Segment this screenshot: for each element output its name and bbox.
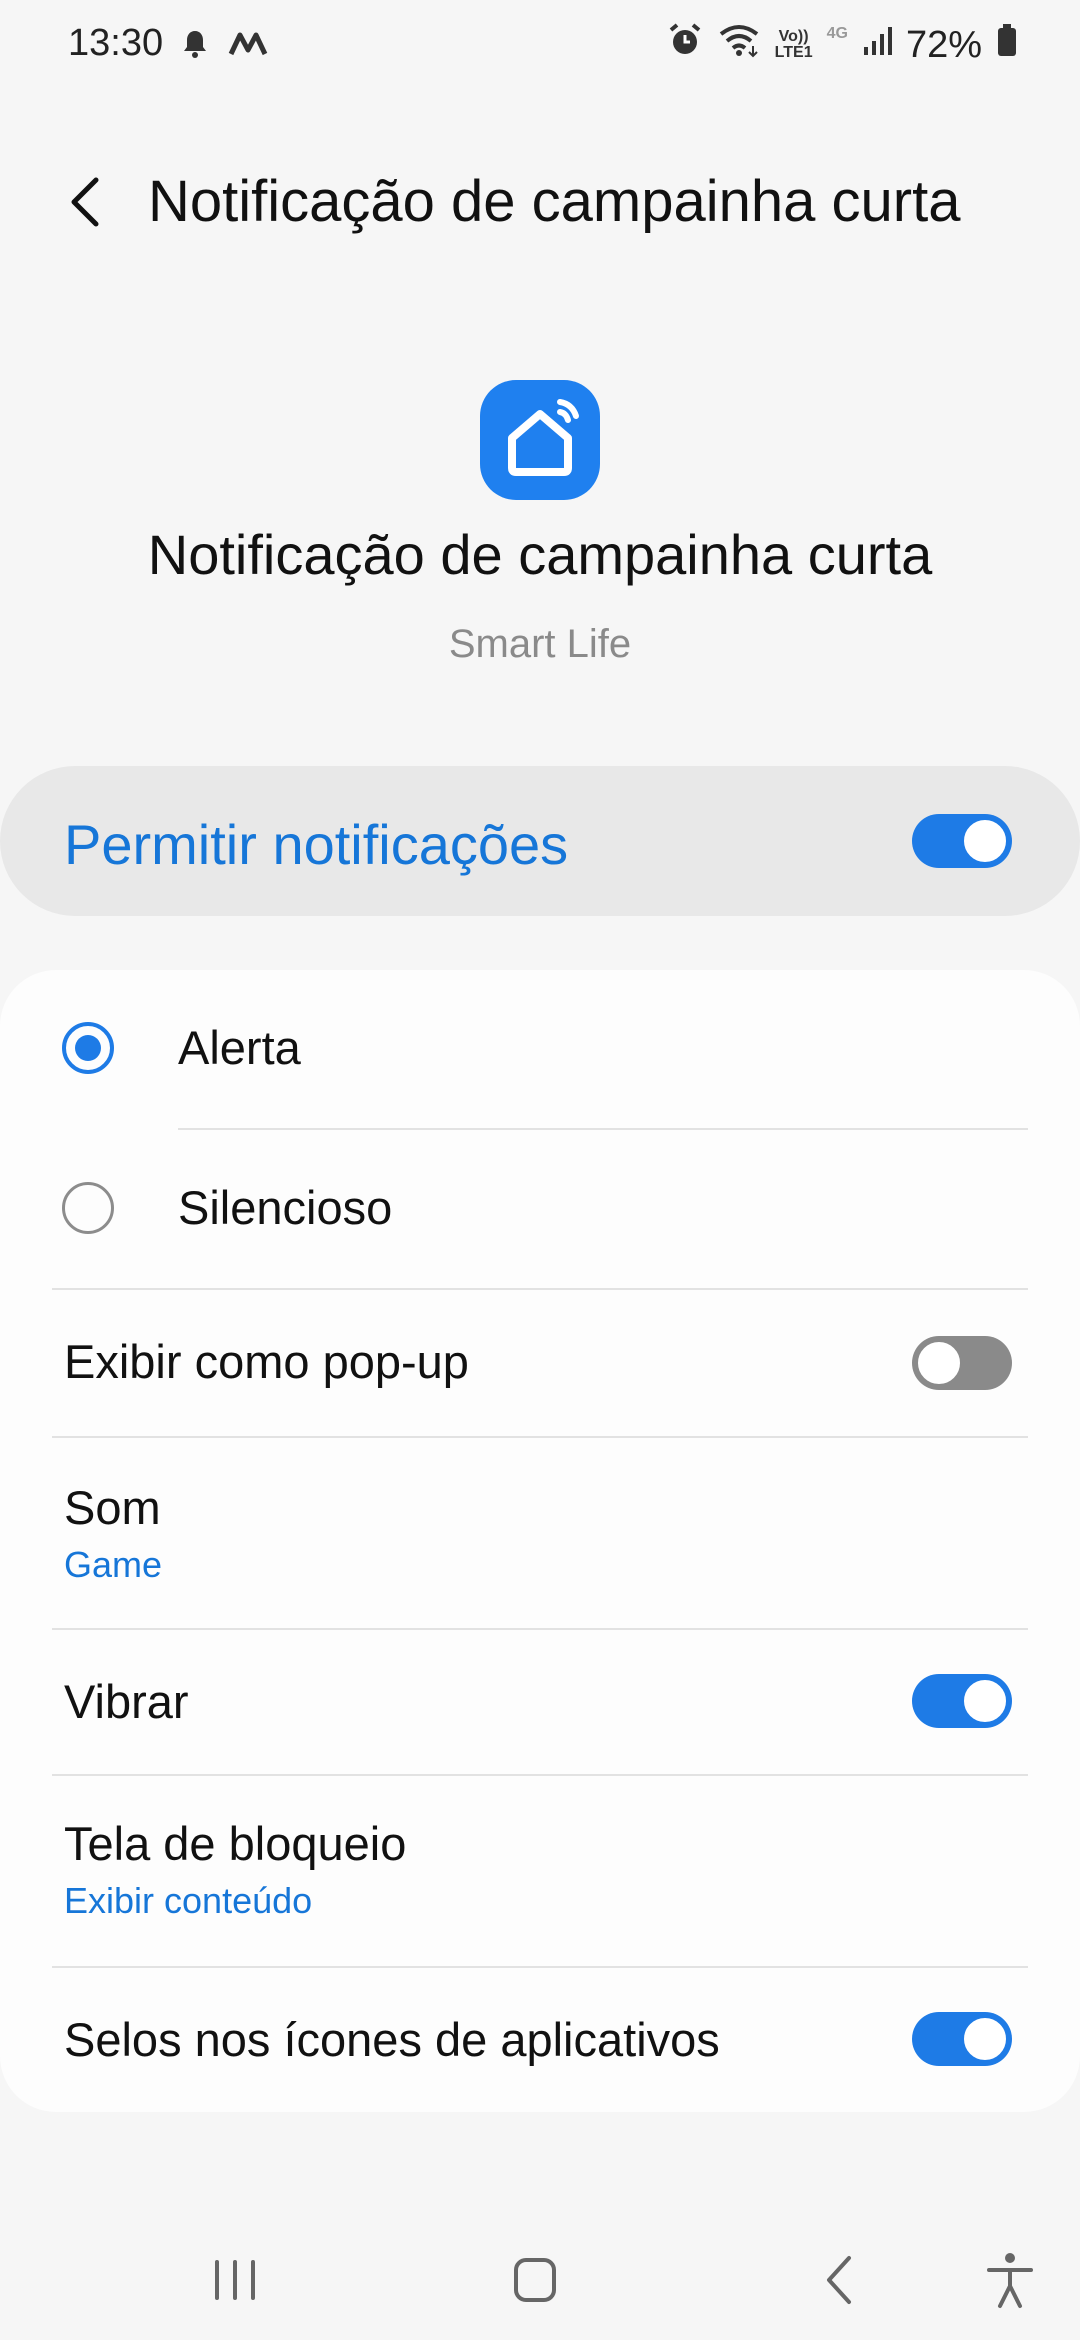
vibrate-toggle[interactable] (912, 1674, 1012, 1728)
volte-icon: Vo)) LTE1 (774, 28, 813, 61)
signal-icon (862, 24, 892, 67)
app-channel-title: Notificação de campainha curta (147, 523, 933, 586)
popup-label: Exibir como pop-up (64, 1335, 469, 1388)
alarm-icon (667, 22, 703, 68)
lockscreen-row[interactable]: Tela de bloqueio Exibir conteúdo (0, 1776, 1080, 1966)
sound-value: Game (64, 1544, 163, 1585)
vibrate-label: Vibrar (64, 1675, 189, 1728)
battery-icon (996, 23, 1018, 67)
home-icon (514, 2258, 556, 2302)
app-name: Smart Life (448, 622, 632, 666)
smart-home-icon (480, 380, 600, 500)
popup-toggle[interactable] (912, 1336, 1012, 1390)
page-title: Notificação de campainha curta (148, 169, 961, 234)
allow-notifications-toggle[interactable] (912, 814, 1012, 868)
alert-option[interactable]: Alerta (0, 970, 1080, 1130)
silent-option[interactable]: Silencioso (0, 1130, 1080, 1290)
alert-radio[interactable] (62, 1022, 114, 1074)
lockscreen-label: Tela de bloqueio (64, 1817, 407, 1870)
badges-toggle[interactable] (912, 2012, 1012, 2066)
status-left-icons (180, 28, 268, 65)
home-button[interactable] (500, 2250, 570, 2310)
lockscreen-value: Exibir conteúdo (64, 1880, 313, 1921)
badges-label: Selos nos ícones de aplicativos (64, 2013, 720, 2066)
chevron-left-icon (71, 177, 99, 227)
navigation-bar (0, 2220, 1080, 2340)
silent-label: Silencioso (178, 1181, 393, 1234)
sound-label: Som (64, 1481, 161, 1534)
badges-row[interactable]: Selos nos ícones de aplicativos (0, 1968, 1080, 2112)
battery-text: 72% (905, 23, 982, 66)
accessibility-icon (987, 2253, 1033, 2308)
accessibility-button[interactable] (975, 2250, 1045, 2310)
allow-notifications-row[interactable]: Permitir notificações (0, 766, 1080, 916)
recents-button[interactable] (200, 2250, 270, 2310)
popup-row[interactable]: Exibir como pop-up (0, 1290, 1080, 1436)
wifi-icon (717, 22, 761, 68)
app-bar: Notificação de campainha curta (0, 150, 1080, 260)
alert-label: Alerta (178, 1021, 301, 1074)
status-time: 13:30 (68, 22, 164, 64)
sound-row[interactable]: Som Game (0, 1438, 1080, 1628)
4g-icon: 4G (826, 25, 848, 42)
back-button[interactable] (58, 172, 118, 232)
recents-icon (215, 2260, 255, 2300)
bell-icon (180, 28, 210, 65)
silent-radio[interactable] (62, 1182, 114, 1234)
status-right-icons: Vo)) LTE1 4G 72% (667, 22, 1018, 68)
nav-back-button[interactable] (805, 2250, 875, 2310)
m-app-icon (228, 30, 268, 63)
vibrate-row[interactable]: Vibrar (0, 1630, 1080, 1774)
allow-notifications-label: Permitir notificações (64, 813, 569, 876)
back-icon (827, 2256, 851, 2304)
status-bar: 13:30 Vo)) LTE1 4G 72% (0, 0, 1080, 92)
settings-card: Alerta Silencioso Exibir como pop-up Som… (0, 970, 1080, 2112)
